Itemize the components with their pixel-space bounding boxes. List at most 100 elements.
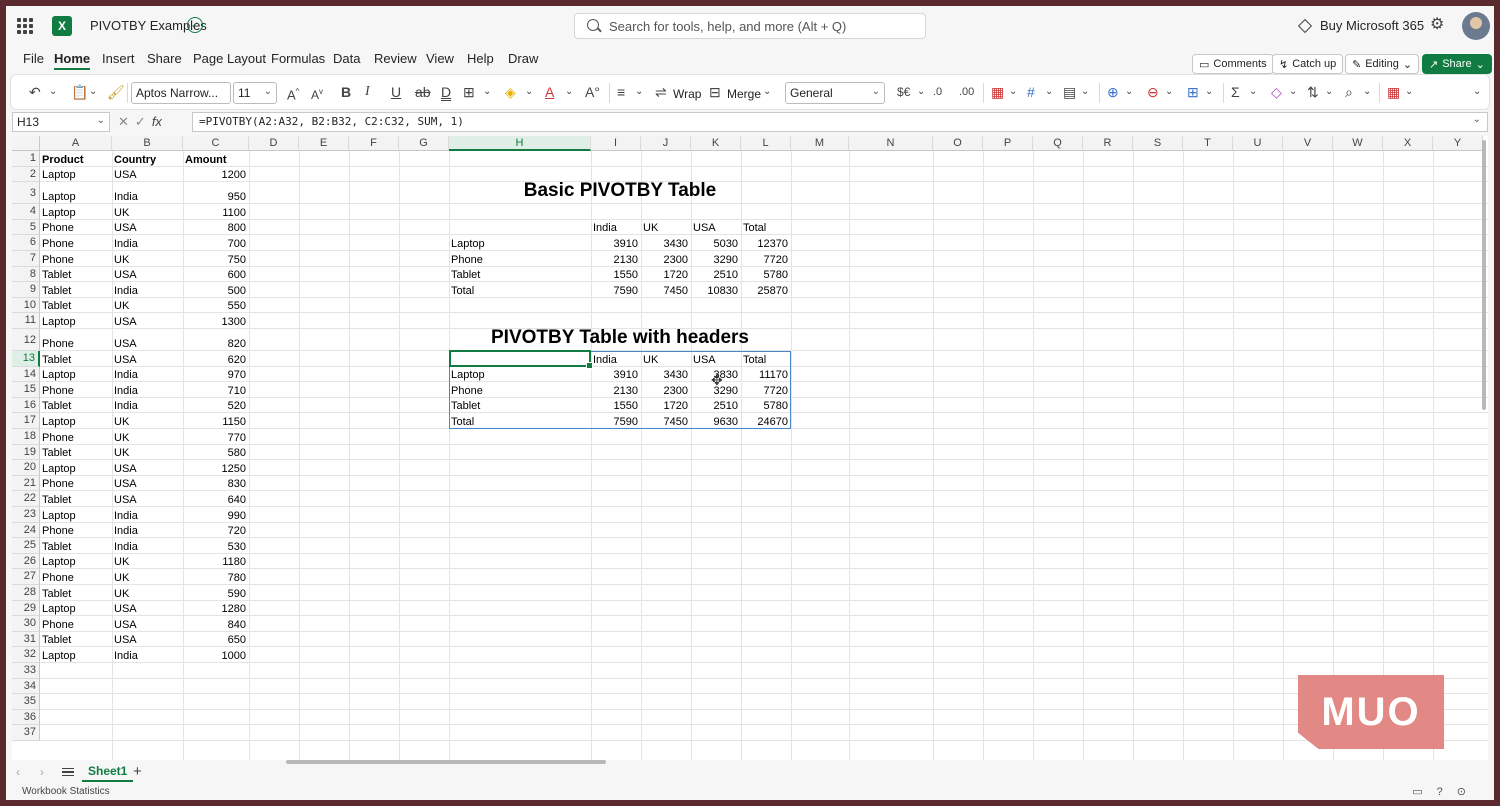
undo-icon[interactable]: ↶ <box>29 84 41 100</box>
column-header-q[interactable]: Q <box>1033 136 1083 151</box>
autosum-icon[interactable]: Σ <box>1231 84 1240 100</box>
column-header-h[interactable]: H <box>449 136 591 151</box>
column-header-y[interactable]: Y <box>1433 136 1483 151</box>
underline-icon[interactable]: U <box>391 84 401 100</box>
row-header-34[interactable]: 34 <box>12 678 40 695</box>
sheet-tab-sheet1[interactable]: Sheet1 <box>82 762 134 782</box>
row-header-13[interactable]: 13 <box>12 351 40 367</box>
vertical-scrollbar[interactable] <box>1482 140 1486 410</box>
menu-help[interactable]: Help <box>467 49 494 68</box>
column-header-t[interactable]: T <box>1183 136 1233 151</box>
column-header-a[interactable]: A <box>40 136 112 151</box>
saved-cloud-icon[interactable]: ✓ <box>187 17 203 33</box>
menu-insert[interactable]: Insert <box>102 49 135 68</box>
menu-file[interactable]: File <box>23 49 44 68</box>
formula-input[interactable]: =PIVOTBY(A2:A32, B2:B32, C2:C32, SUM, 1)… <box>192 112 1488 132</box>
sort-filter-icon[interactable]: ⇅ <box>1307 84 1319 100</box>
clipboard-icon[interactable]: 📋 <box>71 84 88 100</box>
column-header-c[interactable]: C <box>183 136 249 151</box>
column-header-k[interactable]: K <box>691 136 741 151</box>
row-header-19[interactable]: 19 <box>12 444 40 461</box>
format-painter-icon[interactable]: 🖌 <box>107 84 125 100</box>
fill-dropdown-icon[interactable]: ⌄ <box>525 84 533 100</box>
align-dropdown-icon[interactable]: ⌄ <box>635 84 643 100</box>
strikethrough-icon[interactable]: ab <box>415 84 431 100</box>
row-header-23[interactable]: 23 <box>12 507 40 523</box>
align-icon[interactable]: ≡ <box>617 84 625 100</box>
search-input[interactable] <box>609 17 909 35</box>
row-header-31[interactable]: 31 <box>12 631 40 648</box>
row-header-15[interactable]: 15 <box>12 382 40 398</box>
expand-ribbon-icon[interactable]: ⌄ <box>1473 84 1481 100</box>
row-header-30[interactable]: 30 <box>12 616 40 632</box>
borders-icon[interactable]: ⊞ <box>463 84 475 100</box>
editing-mode-button[interactable]: ✎ Editing ⌄ <box>1345 54 1420 74</box>
format-text-icon[interactable]: A° <box>585 84 600 100</box>
fill-color-icon[interactable]: ◈ <box>505 84 516 100</box>
row-header-18[interactable]: 18 <box>12 429 40 445</box>
row-header-29[interactable]: 29 <box>12 600 40 617</box>
row-header-2[interactable]: 2 <box>12 166 40 183</box>
borders-dropdown-icon[interactable]: ⌄ <box>483 84 491 100</box>
add-ins-icon[interactable]: ▦ <box>1387 84 1400 100</box>
row-header-5[interactable]: 5 <box>12 219 40 236</box>
help-icon[interactable]: ? <box>1437 786 1457 798</box>
column-header-j[interactable]: J <box>641 136 691 151</box>
column-header-l[interactable]: L <box>741 136 791 151</box>
menu-page-layout[interactable]: Page Layout <box>193 49 266 68</box>
row-header-10[interactable]: 10 <box>12 297 40 314</box>
cell-styles-dropdown-icon[interactable]: ⌄ <box>1081 84 1089 100</box>
row-header-37[interactable]: 37 <box>12 725 40 741</box>
bold-icon[interactable]: B <box>341 84 351 100</box>
wrap-label[interactable]: Wrap <box>673 87 701 101</box>
cancel-icon[interactable]: ✕ <box>118 114 135 129</box>
spreadsheet-grid[interactable]: A B C D E F G H I J K L M N O P Q R S T U V W X Y 1 2 3 4 5 6 7 8 9 10 11 12… <box>12 136 1488 760</box>
menu-view[interactable]: View <box>426 49 454 68</box>
menu-home[interactable]: Home <box>54 49 91 70</box>
insert-dropdown-icon[interactable]: ⌄ <box>1125 84 1133 100</box>
merge-label[interactable]: Merge <box>727 87 761 101</box>
row-header-28[interactable]: 28 <box>12 585 40 601</box>
column-header-w[interactable]: W <box>1333 136 1383 151</box>
column-header-x[interactable]: X <box>1383 136 1433 151</box>
row-header-24[interactable]: 24 <box>12 522 40 539</box>
column-header-e[interactable]: E <box>299 136 349 151</box>
delete-cells-icon[interactable]: ⊖ <box>1147 84 1159 100</box>
row-header-21[interactable]: 21 <box>12 475 40 492</box>
column-header-u[interactable]: U <box>1233 136 1283 151</box>
insert-cells-icon[interactable]: ⊕ <box>1107 84 1119 100</box>
select-all-corner[interactable] <box>12 136 40 151</box>
currency-dropdown-icon[interactable]: ⌄ <box>917 84 925 100</box>
next-sheet-icon[interactable]: › <box>40 765 44 779</box>
row-header-22[interactable]: 22 <box>12 491 40 507</box>
column-header-p[interactable]: P <box>983 136 1033 151</box>
active-cell-h13[interactable] <box>449 350 593 369</box>
font-size-select[interactable]: 11 ⌄ <box>233 82 277 104</box>
confirm-icon[interactable]: ✓ <box>135 114 152 129</box>
format-table-dropdown-icon[interactable]: ⌄ <box>1045 84 1053 100</box>
column-header-m[interactable]: M <box>791 136 849 151</box>
undo-dropdown-icon[interactable]: ⌄ <box>49 84 57 100</box>
catch-up-button[interactable]: ↯ Catch up <box>1272 54 1344 74</box>
buy-microsoft-365-link[interactable]: Buy Microsoft 365 <box>1297 18 1424 33</box>
row-header-16[interactable]: 16 <box>12 397 40 414</box>
row-header-25[interactable]: 25 <box>12 538 40 554</box>
number-format-select[interactable]: General ⌄ <box>785 82 885 104</box>
menu-share[interactable]: Share <box>147 49 182 68</box>
currency-icon[interactable]: $€ <box>897 84 910 100</box>
share-button[interactable]: ↗ Share ⌄ <box>1422 54 1492 74</box>
prev-sheet-icon[interactable]: ‹ <box>16 765 20 779</box>
italic-icon[interactable]: I <box>365 84 370 100</box>
accessibility-icon[interactable]: ⊙ <box>1457 786 1480 798</box>
column-header-d[interactable]: D <box>249 136 299 151</box>
conditional-dropdown-icon[interactable]: ⌄ <box>1009 84 1017 100</box>
double-underline-icon[interactable]: D <box>441 84 451 100</box>
user-avatar[interactable] <box>1462 12 1490 40</box>
clear-icon[interactable]: ◇ <box>1271 84 1282 100</box>
column-header-f[interactable]: F <box>349 136 399 151</box>
row-header-6[interactable]: 6 <box>12 235 40 251</box>
all-sheets-icon[interactable] <box>62 768 74 776</box>
sort-dropdown-icon[interactable]: ⌄ <box>1325 84 1333 100</box>
add-sheet-icon[interactable]: + <box>133 763 142 780</box>
workbook-statistics[interactable]: Workbook Statistics <box>22 786 110 797</box>
